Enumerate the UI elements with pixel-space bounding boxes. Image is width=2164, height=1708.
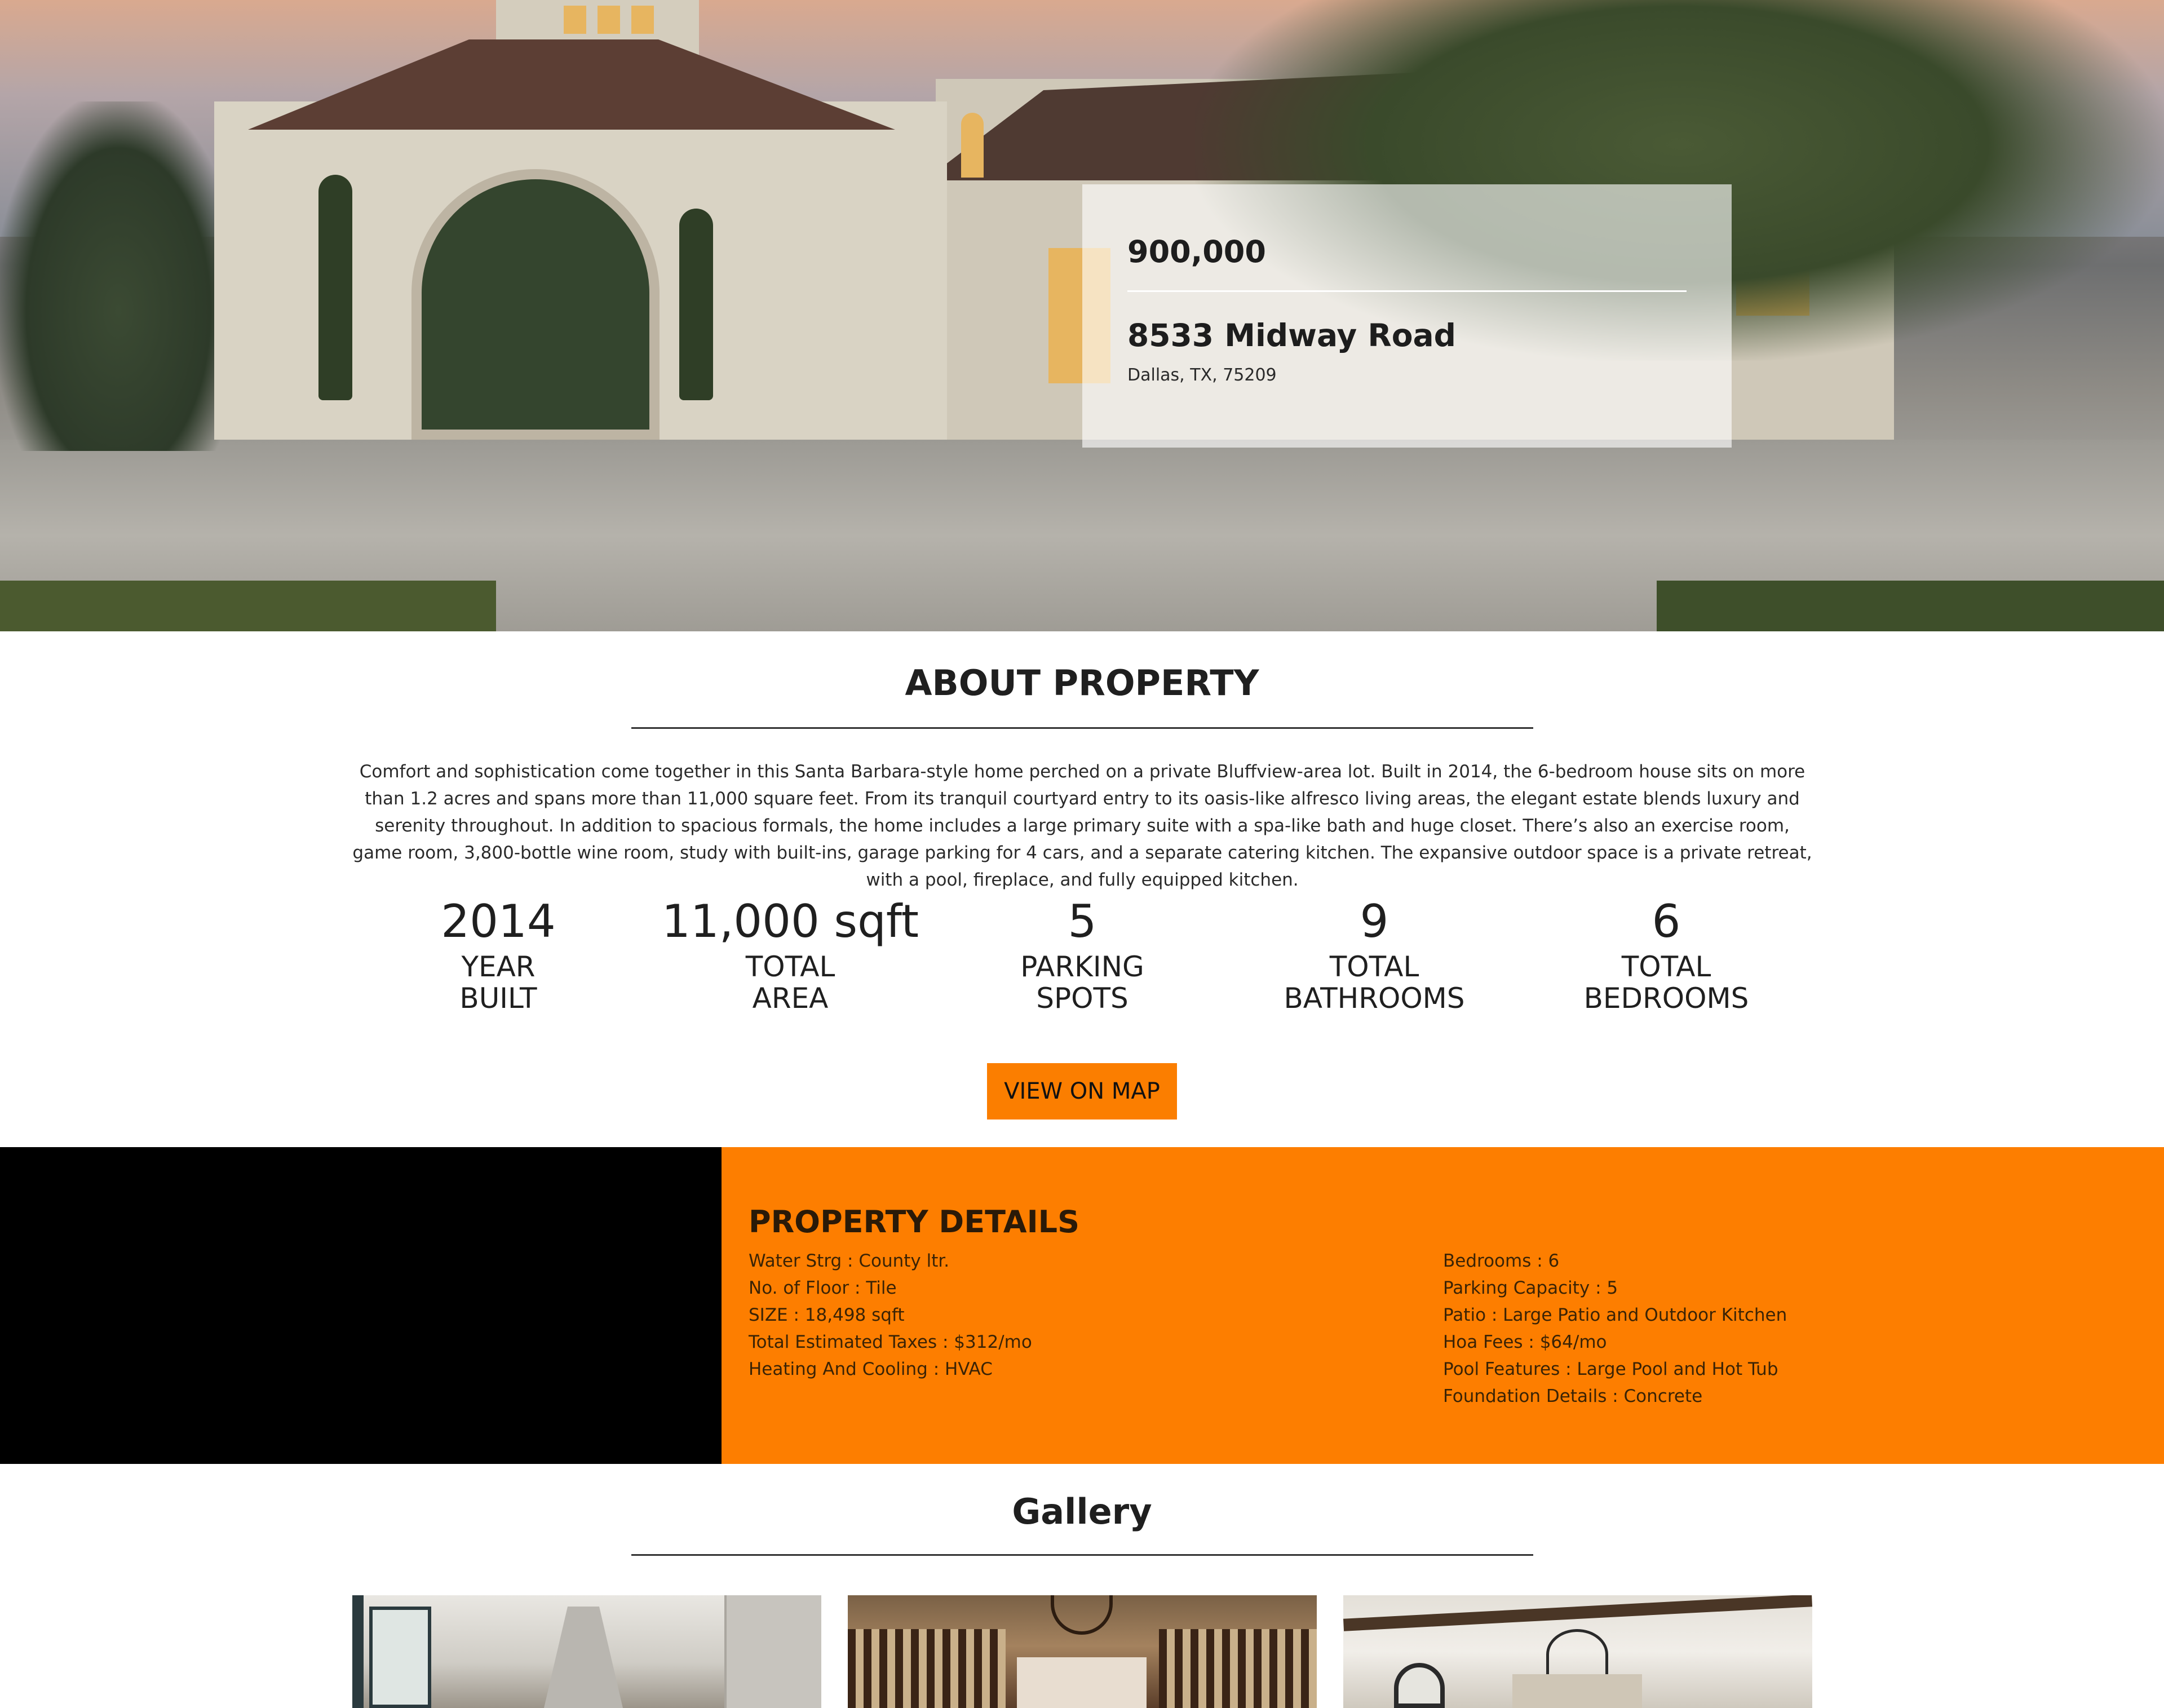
- detail-item: Patio : Large Patio and Outdoor Kitchen: [1443, 1305, 1787, 1325]
- stat-value: 5: [1068, 895, 1097, 948]
- detail-item: Pool Features : Large Pool and Hot Tub: [1443, 1359, 1778, 1379]
- detail-item: Parking Capacity : 5: [1443, 1278, 1618, 1298]
- stat-label-line: YEAR: [461, 950, 536, 983]
- gallery-title: Gallery: [1012, 1491, 1152, 1532]
- stat-value: 6: [1652, 895, 1681, 948]
- fireplace-mantel: [1512, 1674, 1642, 1708]
- stat-label-line: BATHROOMS: [1284, 982, 1465, 1015]
- kitchen-window: [369, 1607, 431, 1708]
- details-title: PROPERTY DETAILS: [749, 1204, 1079, 1240]
- stat-value: 9: [1360, 895, 1389, 948]
- detail-item: Total Estimated Taxes : $312/mo: [749, 1332, 1032, 1352]
- hero-window: [961, 113, 984, 178]
- range-hood: [544, 1607, 623, 1708]
- stat-label-line: BEDROOMS: [1583, 982, 1749, 1015]
- stat-label-line: SPOTS: [1036, 982, 1129, 1015]
- detail-item: No. of Floor : Tile: [749, 1278, 897, 1298]
- details-image-panel: [0, 1147, 722, 1464]
- stat-label-line: BUILT: [459, 982, 537, 1015]
- stat-label-line: TOTAL: [1329, 950, 1419, 983]
- property-stats: 2014 YEAR BUILT 11,000 sqft TOTAL AREA 5…: [352, 893, 1812, 1014]
- listing-city: Dallas, TX, 75209: [1127, 365, 1277, 385]
- detail-item: Heating And Cooling : HVAC: [749, 1359, 993, 1379]
- ceiling-beam: [1343, 1595, 1812, 1631]
- view-on-map-button[interactable]: VIEW ON MAP: [987, 1063, 1177, 1120]
- wine-rack-right: [1159, 1629, 1317, 1708]
- stat-label-line: PARKING: [1020, 950, 1144, 983]
- gallery-image-wine-room[interactable]: [848, 1595, 1317, 1708]
- stat-value: 11,000 sqft: [662, 895, 919, 948]
- details-list-right: Bedrooms : 6 Parking Capacity : 5 Patio …: [1443, 1247, 1787, 1410]
- gallery-image-kitchen[interactable]: [352, 1595, 821, 1708]
- about-section: ABOUT PROPERTY Comfort and sophisticatio…: [0, 631, 2164, 1147]
- hero-arch-hedge: [411, 169, 660, 440]
- detail-item: SIZE : 18,498 sqft: [749, 1305, 905, 1325]
- stat-year-built: 2014 YEAR BUILT: [352, 893, 644, 1014]
- wine-rack-left: [848, 1629, 1006, 1708]
- stat-total-area: 11,000 sqft TOTAL AREA: [644, 893, 936, 1014]
- gallery-image-living-room[interactable]: [1343, 1595, 1812, 1708]
- detail-item: Hoa Fees : $64/mo: [1443, 1332, 1607, 1352]
- hero-cypress-tree: [679, 209, 713, 400]
- stat-parking-spots: 5 PARKING SPOTS: [936, 893, 1228, 1014]
- detail-item: Water Strg : County ltr.: [749, 1251, 950, 1271]
- stat-label-line: TOTAL: [745, 950, 835, 983]
- property-details-section: PROPERTY DETAILS Water Strg : County ltr…: [0, 1147, 2164, 1464]
- about-title: ABOUT PROPERTY: [905, 662, 1259, 703]
- stat-label: YEAR BUILT: [352, 951, 644, 1014]
- hero-section: 900,000 8533 Midway Road Dallas, TX, 752…: [0, 0, 2164, 631]
- stat-label: TOTAL AREA: [644, 951, 936, 1014]
- stat-total-bathrooms: 9 TOTAL BATHROOMS: [1228, 893, 1520, 1014]
- listing-info-card: 900,000 8533 Midway Road Dallas, TX, 752…: [1082, 184, 1732, 448]
- hero-lawn-right: [1657, 581, 2164, 631]
- hero-window: [631, 6, 654, 34]
- details-list-left: Water Strg : County ltr. No. of Floor : …: [749, 1247, 1032, 1383]
- chandelier: [1546, 1629, 1608, 1680]
- hero-cypress-tree: [318, 175, 352, 400]
- card-divider: [1127, 290, 1687, 292]
- stat-label-line: TOTAL: [1621, 950, 1711, 983]
- gallery-title-rule: [631, 1554, 1533, 1556]
- listing-price: 900,000: [1127, 234, 1266, 269]
- stat-value: 2014: [441, 895, 556, 948]
- listing-address: 8533 Midway Road: [1127, 317, 1457, 353]
- gallery-section: Gallery: [0, 1464, 2164, 1708]
- detail-item: Bedrooms : 6: [1443, 1251, 1560, 1271]
- hero-window: [598, 6, 620, 34]
- stat-label-line: AREA: [752, 982, 829, 1015]
- stat-total-bedrooms: 6 TOTAL BEDROOMS: [1520, 893, 1812, 1014]
- arched-window: [1394, 1663, 1445, 1708]
- stat-label: TOTAL BATHROOMS: [1228, 951, 1520, 1014]
- hero-lawn-left: [0, 581, 496, 631]
- kitchen-cabinets: [724, 1595, 821, 1708]
- stat-label: PARKING SPOTS: [936, 951, 1228, 1014]
- about-description: Comfort and sophistication come together…: [352, 762, 1812, 890]
- hero-trees-left: [0, 101, 237, 451]
- hero-window: [564, 6, 586, 34]
- window-frame: [352, 1595, 364, 1708]
- detail-item: Foundation Details : Concrete: [1443, 1386, 1703, 1406]
- wine-room-doorway: [1017, 1657, 1147, 1708]
- about-title-rule: [631, 727, 1533, 729]
- stat-label: TOTAL BEDROOMS: [1520, 951, 1812, 1014]
- chandelier: [1051, 1595, 1113, 1635]
